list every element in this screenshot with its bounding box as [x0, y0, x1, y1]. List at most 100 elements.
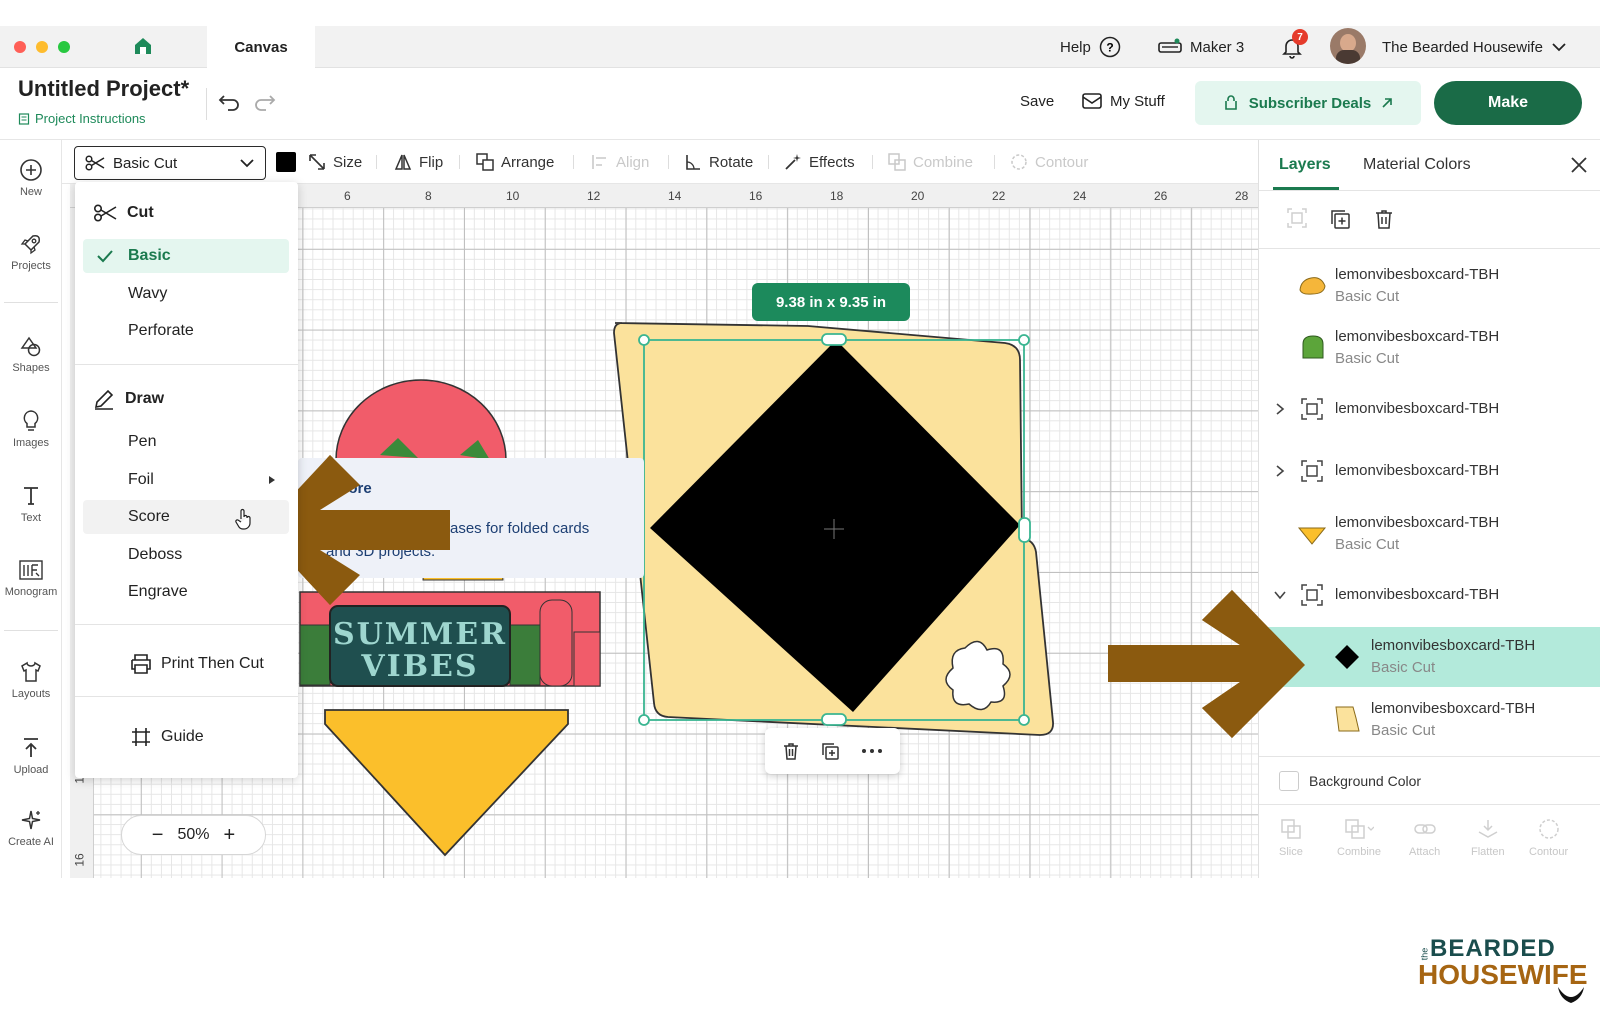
- menu-item-wavy[interactable]: Wavy: [83, 277, 289, 311]
- tool-label: Flatten: [1471, 846, 1505, 858]
- layer-name: lemonvibesboxcard-TBH: [1335, 586, 1500, 603]
- group-icon: [1301, 584, 1323, 606]
- group-icon: [1301, 460, 1323, 482]
- menu-divider: [75, 696, 298, 697]
- size-badge: 9.38 in x 9.35 in: [752, 283, 910, 321]
- tooltip-title: core: [340, 480, 372, 497]
- green-post-shape: [509, 624, 541, 686]
- tab-layers-label: Layers: [1279, 156, 1331, 173]
- layer-item-selected[interactable]: lemonvibesboxcard-TBH Basic Cut: [1259, 627, 1600, 687]
- contour-icon: [1538, 819, 1559, 839]
- tab-material-colors[interactable]: Material Colors: [1363, 140, 1471, 190]
- duplicate-icon[interactable]: [820, 741, 840, 761]
- caret-right-icon: [269, 476, 275, 484]
- panel-divider: [1259, 804, 1600, 805]
- tool-label: Contour: [1529, 846, 1569, 858]
- chevron-down-icon[interactable]: [1273, 590, 1287, 600]
- layer-name: lemonvibesboxcard-TBH: [1335, 266, 1500, 283]
- panel-divider: [1259, 190, 1600, 191]
- chevron-right-icon[interactable]: [1275, 402, 1285, 416]
- duplicate-layer-button[interactable]: [1329, 208, 1351, 230]
- more-options-icon[interactable]: [860, 741, 884, 761]
- menu-item-basic[interactable]: Basic: [83, 239, 289, 273]
- flatten-layers-icon: [1478, 820, 1498, 838]
- zoom-in-button[interactable]: +: [224, 824, 236, 847]
- paperclip-icon: [1413, 824, 1436, 834]
- resize-handle: [1018, 334, 1030, 346]
- layer-group[interactable]: lemonvibesboxcard-TBH: [1259, 380, 1600, 440]
- yellow-triangle-shape: [324, 709, 569, 857]
- menu-item-label: Engrave: [128, 583, 188, 600]
- beard-logo-icon: [1558, 987, 1584, 1003]
- menu-item-label: Foil: [128, 471, 154, 488]
- menu-divider: [75, 624, 298, 625]
- menu-item-print-then-cut[interactable]: Print Then Cut: [83, 647, 289, 681]
- tool-label: Slice: [1279, 846, 1303, 858]
- tooltip-line-1: ases for folded cards: [450, 520, 590, 537]
- resize-handle: [638, 334, 650, 346]
- slice-button[interactable]: Slice: [1279, 818, 1303, 858]
- menu-item-pen[interactable]: Pen: [83, 425, 289, 459]
- resize-handle: [1018, 517, 1031, 543]
- printer-icon: [131, 654, 151, 674]
- close-panel-button[interactable]: [1571, 157, 1587, 173]
- menu-item-perforate[interactable]: Perforate: [83, 314, 289, 348]
- menu-item-label: Guide: [161, 728, 204, 745]
- tooltip-line-2: and 3D projects.: [326, 543, 436, 560]
- tool-label: Combine: [1337, 846, 1382, 858]
- operation-dropdown: Cut Basic Wavy Perforate Draw Pen Foil S…: [75, 182, 298, 778]
- close-icon: [1571, 157, 1587, 173]
- zoom-out-button[interactable]: −: [152, 824, 164, 847]
- selection-action-bar: [765, 728, 900, 774]
- delete-layer-button[interactable]: [1373, 208, 1395, 230]
- menu-item-label: Deboss: [128, 546, 183, 563]
- red-side-shape: [539, 599, 573, 687]
- background-color-checkbox[interactable]: [1279, 771, 1299, 791]
- layer-name: lemonvibesboxcard-TBH: [1335, 328, 1500, 345]
- combine-tool-button[interactable]: Combine: [1337, 818, 1381, 858]
- layer-group[interactable]: lemonvibesboxcard-TBH: [1259, 566, 1600, 626]
- guide-frame-icon: [132, 728, 150, 746]
- layer-group[interactable]: lemonvibesboxcard-TBH: [1259, 442, 1600, 502]
- slice-icon: [1281, 819, 1301, 839]
- yellow-card-thumbnail-icon: [1335, 706, 1360, 732]
- menu-item-engrave[interactable]: Engrave: [83, 575, 289, 609]
- card-text-summer: SUMMER: [333, 617, 507, 652]
- resize-handle: [821, 333, 847, 346]
- layer-name: lemonvibesboxcard-TBH: [1335, 400, 1500, 417]
- pen-icon: [94, 389, 114, 410]
- layer-item[interactable]: lemonvibesboxcard-TBH Basic Cut: [1259, 690, 1600, 750]
- layer-item[interactable]: lemonvibesboxcard-TBH Basic Cut: [1259, 318, 1600, 378]
- layer-item[interactable]: lemonvibesboxcard-TBH Basic Cut: [1259, 504, 1600, 564]
- chevron-right-icon[interactable]: [1275, 464, 1285, 478]
- flower-cutout-shape: [945, 640, 1011, 711]
- hand-cursor-icon: [235, 508, 251, 530]
- trash-icon[interactable]: [781, 741, 801, 761]
- trash-icon: [1376, 210, 1392, 229]
- attach-button[interactable]: Attach: [1409, 818, 1440, 858]
- menu-item-deboss[interactable]: Deboss: [83, 538, 289, 572]
- menu-item-label: Perforate: [128, 322, 194, 339]
- cut-header-label: Cut: [127, 204, 154, 221]
- zoom-level: 50%: [177, 826, 210, 843]
- draw-header-label: Draw: [125, 390, 165, 407]
- tab-layers[interactable]: Layers: [1279, 140, 1331, 190]
- flatten-button[interactable]: Flatten: [1471, 818, 1505, 858]
- layer-operation: Basic Cut: [1335, 350, 1400, 367]
- menu-item-foil[interactable]: Foil: [83, 463, 289, 497]
- menu-item-score[interactable]: Score: [83, 500, 289, 534]
- group-button[interactable]: [1287, 208, 1307, 228]
- menu-item-guide[interactable]: Guide: [83, 720, 289, 754]
- triangle-thumbnail-icon: [1297, 527, 1327, 545]
- resize-handle: [821, 713, 847, 726]
- duplicate-icon: [1331, 210, 1350, 229]
- layer-item[interactable]: lemonvibesboxcard-TBH Basic Cut: [1259, 256, 1600, 316]
- layer-name: lemonvibesboxcard-TBH: [1371, 637, 1536, 654]
- draw-section-header: Draw: [93, 388, 164, 410]
- contour-tool-button[interactable]: Contour: [1529, 818, 1568, 858]
- layer-operation: Basic Cut: [1335, 288, 1400, 305]
- background-color-label: Background Color: [1309, 773, 1422, 789]
- green-post-shape: [299, 624, 331, 686]
- menu-item-label: Basic: [128, 247, 171, 264]
- red-step-shape: [573, 631, 601, 687]
